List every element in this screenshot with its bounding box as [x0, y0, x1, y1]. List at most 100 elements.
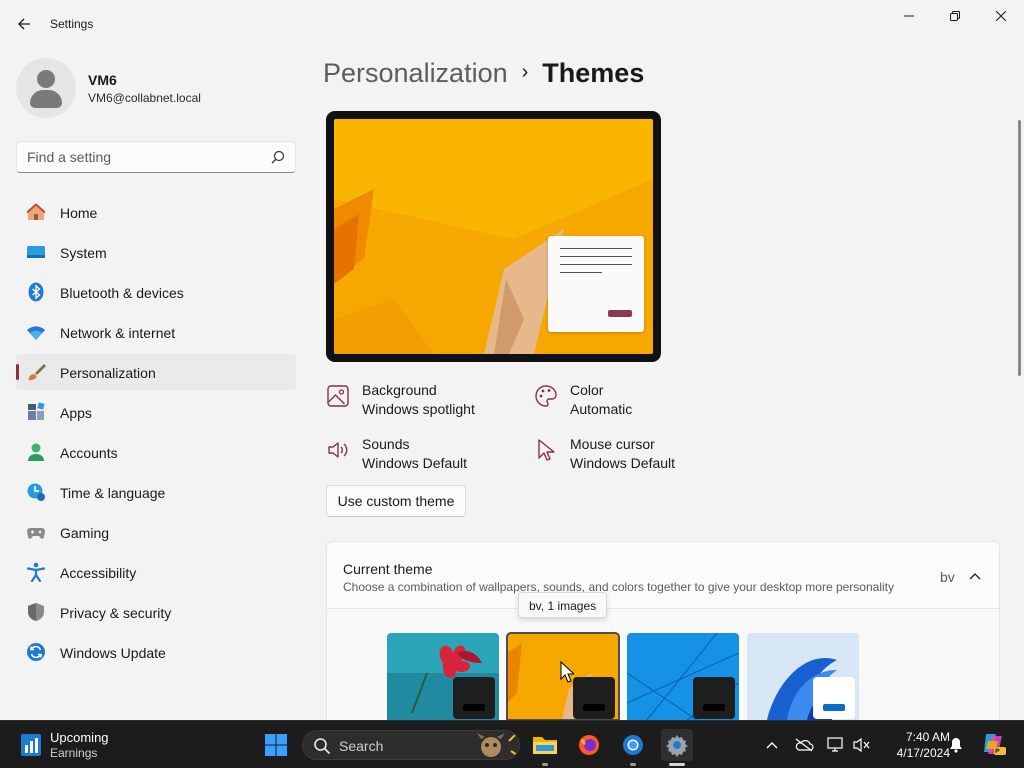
system-icon	[27, 246, 45, 258]
background-value: Windows spotlight	[362, 401, 475, 417]
taskbar-search-label: Search	[339, 738, 384, 754]
breadcrumb: Personalization › Themes	[323, 58, 644, 94]
widget-subtitle: Earnings	[50, 746, 98, 760]
close-icon	[996, 11, 1006, 21]
restore-button[interactable]	[932, 0, 978, 32]
theme-preview	[326, 111, 661, 362]
time-language-icon	[27, 483, 45, 501]
sidebar-item-time-language[interactable]: Time & language	[16, 474, 296, 510]
breadcrumb-parent[interactable]: Personalization	[323, 58, 508, 88]
sidebar-item-label: Gaming	[60, 525, 110, 541]
brush-icon	[28, 364, 46, 381]
sounds-value: Windows Default	[362, 455, 468, 471]
mouse-cursor-setting[interactable]: Mouse cursor Windows Default	[534, 436, 734, 476]
widgets-button[interactable]: Upcoming Earnings	[16, 729, 146, 761]
preview-window	[548, 236, 644, 332]
close-button[interactable]	[978, 0, 1024, 32]
sidebar-item-network[interactable]: Network & internet	[16, 314, 296, 350]
current-theme-subtitle: Choose a combination of wallpapers, soun…	[343, 580, 894, 594]
app-title: Settings	[50, 17, 94, 31]
copilot-icon	[984, 734, 1006, 755]
settings-taskbar-button[interactable]	[661, 729, 693, 766]
sidebar-item-apps[interactable]: Apps	[16, 394, 296, 430]
sidebar-item-label: Home	[60, 205, 98, 221]
network-tray[interactable]	[826, 735, 846, 755]
theme-tooltip: bv, 1 images	[518, 592, 608, 618]
color-setting[interactable]: Color Automatic	[534, 382, 734, 422]
theme-color-tile	[813, 677, 855, 719]
clock[interactable]: 7:40 AM 4/17/2024	[880, 729, 950, 761]
file-explorer-button[interactable]	[529, 729, 561, 766]
sidebar-item-system[interactable]: System	[16, 234, 296, 270]
theme-thumbnail-flower[interactable]	[387, 633, 499, 720]
sidebar-item-accounts[interactable]: Accounts	[16, 434, 296, 470]
stock-chart-icon	[21, 734, 41, 756]
clock-date: 4/17/2024	[896, 746, 950, 760]
minimize-icon	[904, 15, 914, 17]
search-input[interactable]	[17, 142, 257, 172]
volume-tray[interactable]	[852, 735, 872, 755]
back-arrow-icon	[18, 18, 30, 30]
taskbar-search[interactable]: Search	[302, 730, 520, 760]
sidebar-item-personalization[interactable]: Personalization	[16, 354, 296, 390]
sidebar-item-label: System	[60, 245, 107, 261]
sidebar-item-label: Windows Update	[60, 645, 166, 661]
mouse-pointer	[560, 661, 574, 683]
bell-icon	[950, 738, 962, 753]
sidebar-item-gaming[interactable]: Gaming	[16, 514, 296, 550]
apps-icon	[28, 402, 45, 420]
user-name: VM6	[88, 72, 117, 88]
theme-color-tile	[453, 677, 495, 719]
content-scrollbar[interactable]	[1018, 120, 1021, 376]
search-highlight-illustration	[477, 733, 518, 757]
firefox-button[interactable]	[573, 729, 605, 761]
picture-icon	[327, 385, 349, 407]
background-label: Background	[362, 382, 437, 398]
user-profile[interactable]: VM6 VM6@collabnet.local	[16, 58, 296, 118]
use-custom-theme-button[interactable]: Use custom theme	[326, 485, 466, 517]
start-button[interactable]	[260, 729, 292, 761]
sidebar-item-label: Accessibility	[60, 565, 137, 581]
monitor-network-icon	[827, 737, 843, 752]
user-email: VM6@collabnet.local	[88, 91, 201, 105]
widget-title: Upcoming	[50, 730, 109, 745]
minimize-button[interactable]	[886, 0, 932, 32]
home-icon	[26, 203, 46, 220]
current-theme-header[interactable]: Current theme Choose a combination of wa…	[326, 541, 1000, 609]
theme-thumbnail-blue-lines[interactable]	[627, 633, 739, 720]
theme-thumbnail-bloom[interactable]	[747, 633, 859, 720]
settings-search	[16, 141, 296, 173]
back-button[interactable]	[10, 10, 38, 38]
sidebar-item-bluetooth[interactable]: Bluetooth & devices	[16, 274, 296, 310]
firefox-icon	[579, 735, 599, 755]
sidebar-nav: Home System Bluetooth & devices Network …	[16, 194, 296, 674]
bluetooth-icon	[28, 282, 44, 302]
sidebar-item-home[interactable]: Home	[16, 194, 296, 230]
search-icon	[314, 738, 331, 755]
sidebar-item-label: Accounts	[60, 445, 118, 461]
cursor-value: Windows Default	[570, 455, 676, 471]
sidebar-item-privacy-security[interactable]: Privacy & security	[16, 594, 296, 630]
accounts-icon	[28, 443, 44, 461]
browser-button[interactable]	[617, 729, 649, 766]
sidebar-item-label: Apps	[60, 405, 92, 421]
sidebar-item-windows-update[interactable]: Windows Update	[16, 634, 296, 670]
current-theme-title: Current theme	[343, 561, 433, 577]
gear-icon	[666, 735, 688, 757]
sounds-setting[interactable]: Sounds Windows Default	[326, 436, 526, 476]
sidebar-item-label: Network & internet	[60, 325, 176, 341]
cloud-off-icon	[795, 738, 814, 752]
chevron-up-icon[interactable]	[968, 570, 982, 584]
sounds-label: Sounds	[362, 436, 410, 452]
background-setting[interactable]: Background Windows spotlight	[326, 382, 526, 422]
show-hidden-icons-button[interactable]	[762, 735, 782, 755]
color-value: Automatic	[570, 401, 633, 417]
update-icon	[27, 643, 45, 661]
copilot-button[interactable]	[980, 731, 1006, 757]
breadcrumb-separator: ›	[521, 61, 529, 83]
search-icon[interactable]	[271, 150, 285, 164]
sidebar-item-label: Bluetooth & devices	[60, 285, 184, 301]
onedrive-tray[interactable]	[794, 735, 814, 755]
sidebar-item-accessibility[interactable]: Accessibility	[16, 554, 296, 590]
notifications-button[interactable]	[946, 735, 966, 755]
